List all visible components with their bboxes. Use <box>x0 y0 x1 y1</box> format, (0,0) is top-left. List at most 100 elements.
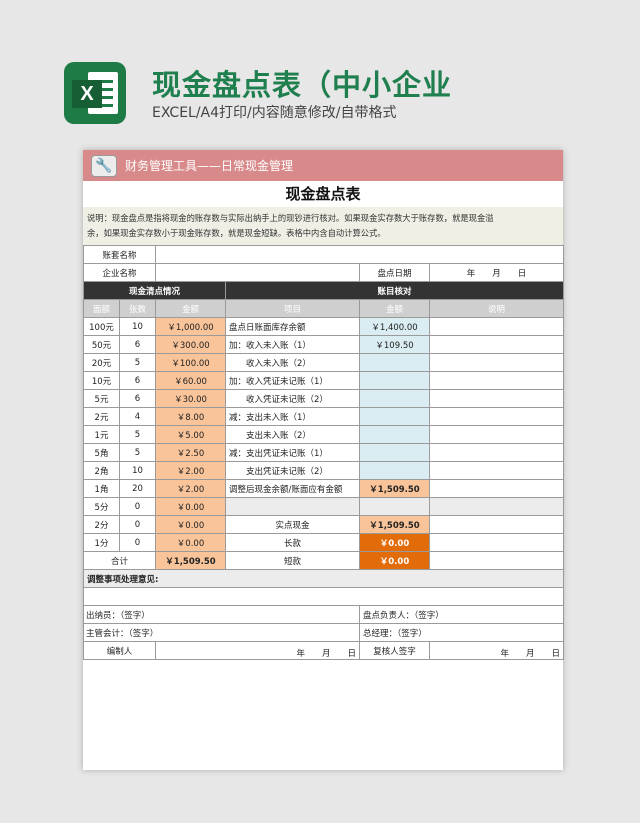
note-cell[interactable] <box>429 407 565 426</box>
short-value: ￥0.00 <box>359 551 431 570</box>
col-denom: 面额 <box>83 299 120 318</box>
note-cell[interactable] <box>429 551 565 570</box>
manager-sign[interactable]: 总经理：（签字） <box>359 623 565 642</box>
amount-cell: ￥300.00 <box>155 335 227 354</box>
item-cell: 盘点日账面库存余额 <box>225 317 361 336</box>
prepared-date[interactable]: 年 月 日 <box>155 641 361 660</box>
count-cell[interactable]: 0 <box>118 533 157 552</box>
adjust-input[interactable] <box>82 587 565 606</box>
table-row: 5分 0 ￥0.00 <box>83 497 565 516</box>
account-label: 账套名称 <box>82 245 157 264</box>
count-cell[interactable]: 10 <box>118 461 157 480</box>
count-cell[interactable]: 6 <box>118 371 157 390</box>
col-amount: 金额 <box>155 299 227 318</box>
toolbar: 🔧 财务管理工具——日常现金管理 <box>83 150 563 181</box>
prepared-label: 编制人 <box>82 641 157 660</box>
count-cell[interactable]: 5 <box>118 443 157 462</box>
note-cell[interactable] <box>429 371 565 390</box>
item-cell: 支出未入账（2） <box>225 425 361 444</box>
reviewer-label: 复核人签字 <box>359 641 431 660</box>
table-row: 50元 6 ￥300.00 加：收入未入账（1） ￥109.50 <box>83 335 565 354</box>
account-input[interactable] <box>155 245 565 264</box>
adjust-label: 调整事项处理意见: <box>82 569 565 588</box>
note-cell[interactable] <box>429 515 565 534</box>
amount-cell: ￥2.00 <box>155 479 227 498</box>
denomination-cell: 50元 <box>83 335 120 354</box>
amount-cell: ￥5.00 <box>155 425 227 444</box>
item-cell: 支出凭证未记账（2） <box>225 461 361 480</box>
item-amount-cell[interactable]: ￥1,400.00 <box>359 317 431 336</box>
amount-cell: ￥2.00 <box>155 461 227 480</box>
item-cell: 加：收入未入账（1） <box>225 335 361 354</box>
note-cell[interactable] <box>429 317 565 336</box>
count-cell[interactable]: 0 <box>118 515 157 534</box>
amount-cell: ￥2.50 <box>155 443 227 462</box>
note-cell[interactable] <box>429 497 565 516</box>
denomination-cell: 20元 <box>83 353 120 372</box>
denomination-cell: 100元 <box>83 317 120 336</box>
description-line-1: 说明：现金盘点是指将现金的账存数与实际出纳手上的现钞进行核对。如果现金实存数大于… <box>87 213 494 223</box>
col-note: 说明 <box>429 299 565 318</box>
note-cell[interactable] <box>429 443 565 462</box>
item-cell: 减：支出未入账（1） <box>225 407 361 426</box>
note-cell[interactable] <box>429 425 565 444</box>
table-row: 5角 5 ￥2.50 减：支出凭证未记账（1） <box>83 443 565 462</box>
count-cell[interactable]: 0 <box>118 497 157 516</box>
count-cell[interactable]: 6 <box>118 335 157 354</box>
company-label: 企业名称 <box>82 263 157 282</box>
table-row: 2分 0 ￥0.00 实点现金 ￥1,509.50 <box>83 515 565 534</box>
description-line-2: 余，如果现金实存数小于现金账存数，就是现金短缺。表格中内含自动计算公式。 <box>87 228 386 238</box>
item-amount-cell[interactable] <box>359 443 431 462</box>
count-cell[interactable]: 20 <box>118 479 157 498</box>
denomination-cell: 5分 <box>83 497 120 516</box>
col-item: 项目 <box>225 299 361 318</box>
item-amount-cell <box>359 497 431 516</box>
note-cell[interactable] <box>429 533 565 552</box>
item-amount-cell[interactable] <box>359 353 431 372</box>
wrench-icon[interactable]: 🔧 <box>91 154 117 177</box>
total-value: ￥1,509.50 <box>155 551 227 570</box>
count-cell[interactable]: 5 <box>118 353 157 372</box>
note-cell[interactable] <box>429 479 565 498</box>
denomination-cell: 2分 <box>83 515 120 534</box>
note-cell[interactable] <box>429 353 565 372</box>
item-amount-cell: ￥1,509.50 <box>359 479 431 498</box>
count-cell[interactable]: 4 <box>118 407 157 426</box>
item-amount-cell[interactable]: ￥109.50 <box>359 335 431 354</box>
item-amount-cell[interactable] <box>359 425 431 444</box>
note-cell[interactable] <box>429 461 565 480</box>
table-row: 1角 20 ￥2.00 调整后现金余额/账面应有金额 ￥1,509.50 <box>83 479 565 498</box>
excel-icon: X <box>64 62 126 124</box>
count-cell[interactable]: 5 <box>118 425 157 444</box>
note-cell[interactable] <box>429 389 565 408</box>
item-amount-cell[interactable] <box>359 461 431 480</box>
date-label: 盘点日期 <box>359 263 431 282</box>
table-row: 100元 10 ￥1,000.00 盘点日账面库存余额 ￥1,400.00 <box>83 317 565 336</box>
note-cell[interactable] <box>429 335 565 354</box>
short-label: 短款 <box>225 551 361 570</box>
counter-sign[interactable]: 盘点负责人：（签字） <box>359 605 565 624</box>
denomination-cell: 2元 <box>83 407 120 426</box>
table-row: 20元 5 ￥100.00 收入未入账（2） <box>83 353 565 372</box>
toolbar-title: 财务管理工具——日常现金管理 <box>125 159 294 173</box>
denomination-cell: 1分 <box>83 533 120 552</box>
denomination-cell: 2角 <box>83 461 120 480</box>
count-cell[interactable]: 6 <box>118 389 157 408</box>
count-cell[interactable]: 10 <box>118 317 157 336</box>
reviewer-date[interactable]: 年 月 日 <box>429 641 565 660</box>
banner: X 现金盘点表（中小企业 EXCEL/A4打印/内容随意修改/自带格式 <box>0 0 640 150</box>
item-cell: 调整后现金余额/账面应有金额 <box>225 479 361 498</box>
item-amount-cell[interactable] <box>359 407 431 426</box>
amount-cell: ￥0.00 <box>155 497 227 516</box>
table-row: 1分 0 ￥0.00 长款 ￥0.00 <box>83 533 565 552</box>
item-cell: 减：支出凭证未记账（1） <box>225 443 361 462</box>
denomination-cell: 10元 <box>83 371 120 390</box>
item-amount-cell[interactable] <box>359 389 431 408</box>
company-input[interactable] <box>155 263 361 282</box>
item-amount-cell[interactable] <box>359 371 431 390</box>
accountant-sign[interactable]: 主管会计：（签字） <box>82 623 361 642</box>
cashier-sign[interactable]: 出纳员：（签字） <box>82 605 361 624</box>
date-input[interactable]: 年 月 日 <box>429 263 565 282</box>
description: 说明：现金盘点是指将现金的账存数与实际出纳手上的现钞进行核对。如果现金实存数大于… <box>83 207 563 245</box>
item-amount-cell: ￥1,509.50 <box>359 515 431 534</box>
